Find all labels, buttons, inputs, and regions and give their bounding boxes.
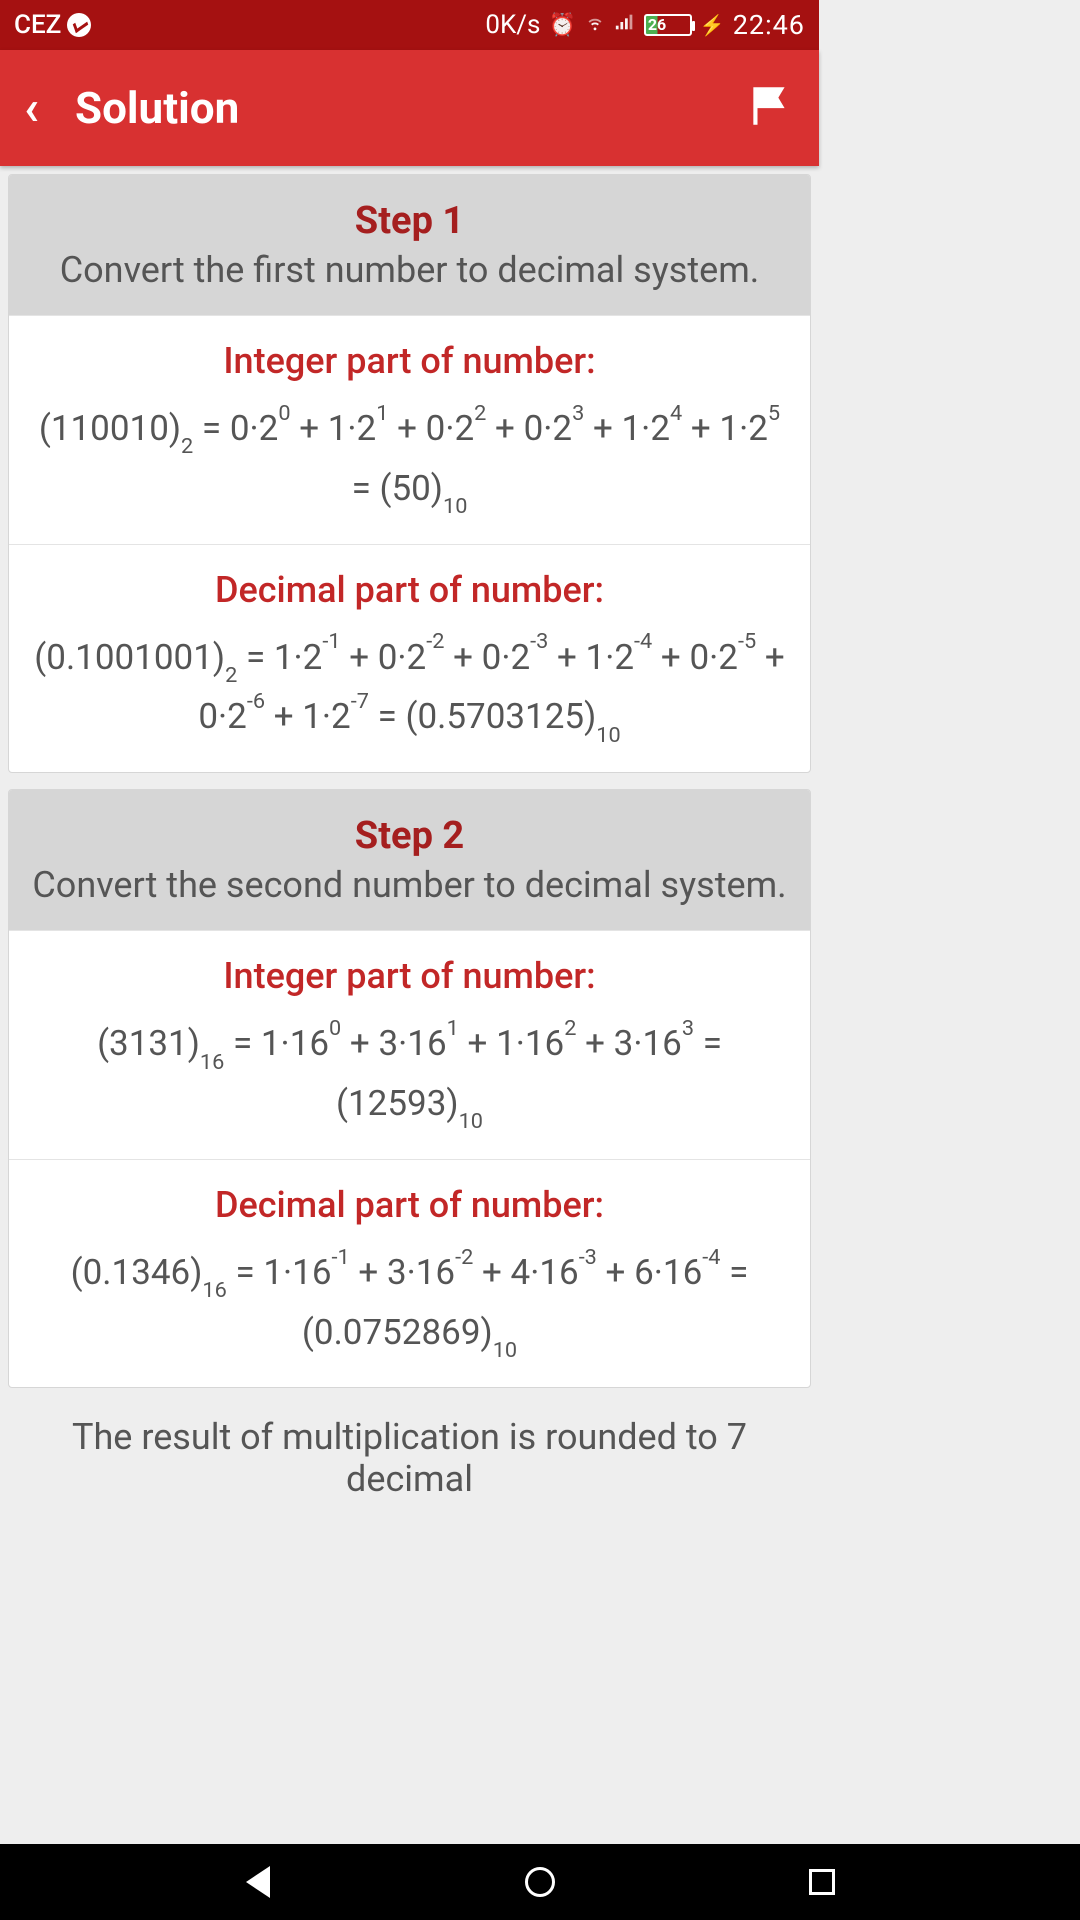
math-expression: (3131)16 = 1·160 + 3·161 + 1·162 + 3·163… bbox=[25, 1015, 794, 1135]
page-title: Solution bbox=[75, 82, 239, 134]
math-expression: (0.1001001)2 = 1·2-1 + 0·2-2 + 0·2-3 + 1… bbox=[25, 629, 794, 749]
clock-label: 22:46 bbox=[733, 9, 805, 41]
nav-recents-button[interactable] bbox=[798, 1858, 846, 1906]
carrier-label: CEZ bbox=[14, 10, 61, 40]
nav-back-button[interactable] bbox=[234, 1858, 282, 1906]
flag-icon bbox=[745, 81, 795, 131]
messenger-icon bbox=[67, 13, 91, 37]
square-recents-icon bbox=[809, 1869, 835, 1895]
section-label: Integer part of number: bbox=[25, 340, 794, 382]
step-card: Step 1 Convert the first number to decim… bbox=[8, 174, 811, 773]
trailing-text: The result of multiplication is rounded … bbox=[8, 1404, 811, 1512]
circle-home-icon bbox=[525, 1867, 555, 1897]
wifi-icon bbox=[584, 11, 606, 39]
section-label: Integer part of number: bbox=[25, 955, 794, 997]
step-header: Step 1 Convert the first number to decim… bbox=[9, 175, 810, 315]
cell-signal-icon bbox=[614, 11, 636, 39]
battery-icon: 26 bbox=[644, 14, 692, 36]
step-card: Step 2 Convert the second number to deci… bbox=[8, 789, 811, 1388]
step-section: Decimal part of number: (0.1001001)2 = 1… bbox=[9, 544, 810, 773]
math-expression: (110010)2 = 0·20 + 1·21 + 0·22 + 0·23 + … bbox=[25, 400, 794, 520]
net-speed-label: 0K/s bbox=[485, 10, 540, 40]
step-desc: Convert the second number to decimal sys… bbox=[25, 864, 794, 906]
app-bar: ‹ Solution bbox=[0, 50, 819, 166]
content-scroll[interactable]: Step 1 Convert the first number to decim… bbox=[0, 166, 819, 1512]
step-title: Step 2 bbox=[25, 814, 794, 858]
triangle-back-icon bbox=[246, 1866, 270, 1898]
step-header: Step 2 Convert the second number to deci… bbox=[9, 790, 810, 930]
step-desc: Convert the first number to decimal syst… bbox=[25, 249, 794, 291]
step-section: Decimal part of number: (0.1346)16 = 1·1… bbox=[9, 1159, 810, 1388]
flag-button[interactable] bbox=[745, 81, 795, 135]
nav-home-button[interactable] bbox=[516, 1858, 564, 1906]
charging-icon: ⚡ bbox=[700, 13, 725, 37]
math-expression: (0.1346)16 = 1·16-1 + 3·16-2 + 4·16-3 + … bbox=[25, 1244, 794, 1364]
back-button[interactable]: ‹ bbox=[24, 84, 39, 132]
section-label: Decimal part of number: bbox=[25, 1184, 794, 1226]
system-nav-bar bbox=[0, 1844, 1080, 1920]
step-section: Integer part of number: (110010)2 = 0·20… bbox=[9, 315, 810, 544]
status-bar: CEZ 0K/s ⏰ 26 ⚡ 22:46 bbox=[0, 0, 819, 50]
step-title: Step 1 bbox=[25, 199, 794, 243]
alarm-icon: ⏰ bbox=[548, 13, 575, 38]
section-label: Decimal part of number: bbox=[25, 569, 794, 611]
step-section: Integer part of number: (3131)16 = 1·160… bbox=[9, 930, 810, 1159]
